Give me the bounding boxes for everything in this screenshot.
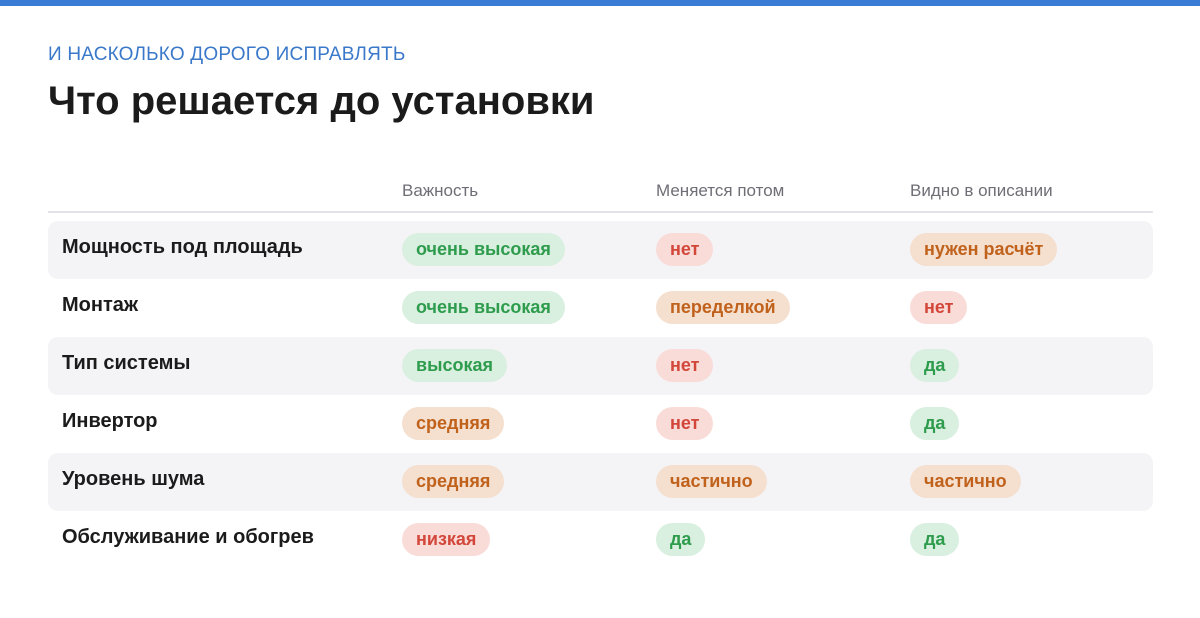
table-row: Мощность под площадь очень высокая нет н…: [48, 221, 1153, 279]
table-row: Уровень шума средняя частично частично: [48, 453, 1153, 511]
in-description-badge: нужен расчёт: [910, 233, 1058, 266]
importance-badge: высокая: [402, 349, 507, 382]
table-header: Важность Меняется потом Видно в описании: [48, 168, 1153, 213]
row-label: Монтаж: [62, 294, 139, 316]
in-description-badge: частично: [910, 465, 1021, 498]
changes-later-badge: да: [656, 523, 706, 556]
row-label: Уровень шума: [62, 468, 205, 490]
table-body: Мощность под площадь очень высокая нет н…: [48, 221, 1153, 569]
changes-later-badge: нет: [656, 349, 714, 382]
table-row: Тип системы высокая нет да: [48, 337, 1153, 395]
in-description-badge: да: [910, 407, 960, 440]
row-label: Тип системы: [62, 352, 191, 374]
importance-badge: низкая: [402, 523, 491, 556]
importance-badge: средняя: [402, 407, 505, 440]
row-label: Мощность под площадь: [62, 236, 303, 258]
changes-later-badge: нет: [656, 407, 714, 440]
comparison-table: Важность Меняется потом Видно в описании…: [48, 168, 1153, 569]
changes-later-badge: переделкой: [656, 291, 790, 324]
changes-later-badge: нет: [656, 233, 714, 266]
table-row: Инвертор средняя нет да: [48, 395, 1153, 453]
in-description-badge: нет: [910, 291, 968, 324]
importance-badge: очень высокая: [402, 291, 565, 324]
row-label: Обслуживание и обогрев: [62, 526, 314, 548]
column-header-importance: Важность: [402, 181, 479, 200]
top-accent-bar: [0, 0, 1200, 6]
importance-badge: очень высокая: [402, 233, 565, 266]
importance-badge: средняя: [402, 465, 505, 498]
table-row: Обслуживание и обогрев низкая да да: [48, 511, 1153, 569]
column-header-in-description: Видно в описании: [910, 181, 1053, 200]
row-label: Инвертор: [62, 410, 158, 432]
table-row: Монтаж очень высокая переделкой нет: [48, 279, 1153, 337]
in-description-badge: да: [910, 349, 960, 382]
changes-later-badge: частично: [656, 465, 767, 498]
page-title: Что решается до установки: [48, 79, 595, 123]
eyebrow-heading: И НАСКОЛЬКО ДОРОГО ИСПРАВЛЯТЬ: [48, 44, 406, 65]
column-header-changes-later: Меняется потом: [656, 181, 785, 200]
in-description-badge: да: [910, 523, 960, 556]
